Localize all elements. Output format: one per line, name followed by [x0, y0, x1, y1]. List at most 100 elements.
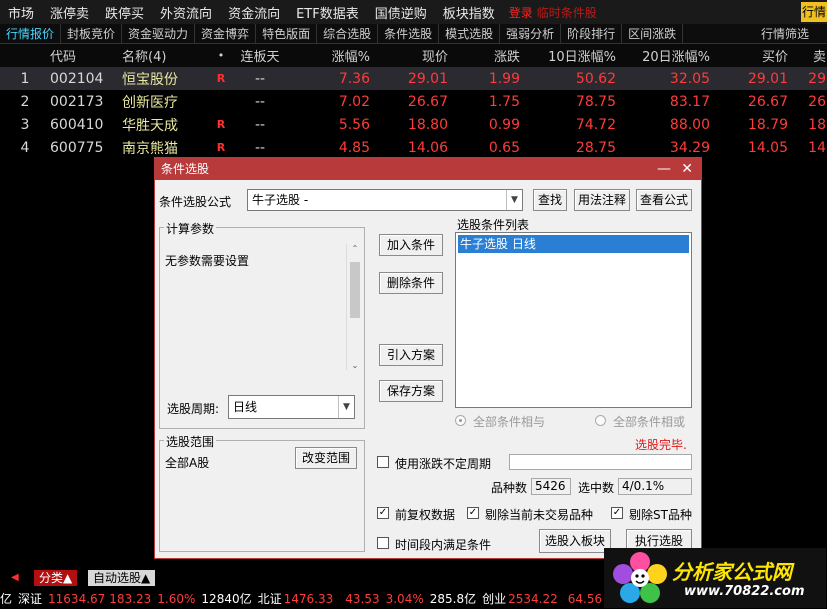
menu-item-foreign-flow[interactable]: 外资流向 — [152, 3, 220, 22]
menu-item-etf[interactable]: ETF数据表 — [288, 3, 367, 22]
site-logo: 分析家公式网 www.70822.com — [604, 548, 826, 608]
row-change: 1.99 — [488, 70, 520, 87]
close-icon[interactable]: ✕ — [681, 158, 693, 180]
header-change[interactable]: 涨跌 — [448, 46, 520, 65]
dialog-title-bar[interactable]: 条件选股 — ✕ — [155, 158, 701, 180]
tab-strength[interactable]: 强弱分析 — [500, 23, 562, 44]
header-limit-days[interactable]: 连板天 — [232, 46, 288, 65]
find-button[interactable]: 查找 — [533, 189, 567, 211]
chevron-up-icon[interactable]: ⌃ — [349, 244, 361, 253]
formula-select[interactable]: 牛子选股 - ▼ — [247, 189, 523, 211]
status-sz-label[interactable]: 深证 — [18, 590, 48, 607]
header-flag[interactable]: • — [210, 49, 232, 62]
tab-composite-pick[interactable]: 综合选股 — [317, 23, 379, 44]
import-scheme-button[interactable]: 引入方案 — [379, 344, 443, 366]
interval-label: 时间段内满足条件 — [395, 538, 492, 552]
delete-condition-button[interactable]: 删除条件 — [379, 272, 443, 294]
login-link[interactable]: 登录 — [503, 4, 535, 21]
tab-quotes[interactable]: 行情报价 — [0, 23, 62, 44]
row-change-pct: 5.56 — [338, 116, 370, 133]
usage-button[interactable]: 用法注释 — [574, 189, 630, 211]
st-checkbox[interactable]: ✓ — [611, 507, 623, 519]
tab-feature[interactable]: 特色版面 — [256, 23, 318, 44]
table-row[interactable]: 3 600410 华胜天成 R -- 5.56 18.80 0.99 74.72… — [0, 113, 827, 136]
period-select[interactable]: 日线 ▼ — [228, 395, 355, 419]
tab-range-change[interactable]: 区间涨跌 — [622, 23, 684, 44]
tab-fenlei[interactable]: 分类▲ — [34, 570, 78, 586]
uncertain-period-label: 使用涨跌不定周期 — [395, 457, 492, 471]
row-price: 14.06 — [407, 139, 448, 156]
row-10d-pct: 28.75 — [575, 139, 616, 156]
change-range-button[interactable]: 改变范围 — [295, 447, 357, 469]
status-sz-pct: 1.60% — [157, 591, 196, 606]
row-ask: 29 — [808, 70, 826, 87]
header-ask[interactable]: 卖 — [788, 46, 826, 65]
interval-checkbox[interactable] — [377, 537, 389, 549]
chevron-down-icon[interactable]: ▼ — [506, 190, 522, 210]
menu-bar: 市场 涨停卖 跌停买 外资流向 资金流向 ETF数据表 国债逆购 板块指数 登录… — [0, 0, 827, 24]
status-bz-label[interactable]: 北证 — [258, 590, 284, 607]
untraded-checkbox[interactable]: ✓ — [467, 507, 479, 519]
params-scrollbar[interactable]: ⌃ ⌄ — [346, 244, 362, 370]
scroll-thumb[interactable] — [350, 262, 360, 318]
row-bid: 18.79 — [747, 116, 788, 133]
quote-table: 代码 名称(4) • 连板天 涨幅% 现价 涨跌 10日涨幅% 20日涨幅% 买… — [0, 44, 827, 159]
status-bz-pct: 3.04% — [385, 591, 424, 606]
condition-list[interactable]: 牛子选股 日线 — [455, 232, 692, 408]
header-name[interactable]: 名称(4) — [118, 46, 210, 65]
row-price: 26.67 — [407, 93, 448, 110]
row-index: 1 — [20, 70, 30, 87]
condition-list-title: 选股条件列表 — [457, 218, 530, 232]
tab-quote-filter[interactable]: 行情筛选 — [761, 24, 809, 44]
menu-item-capital-flow[interactable]: 资金流向 — [220, 3, 288, 22]
table-row[interactable]: 4 600775 南京熊猫 R -- 4.85 14.06 0.65 28.75… — [0, 136, 827, 159]
list-item[interactable]: 牛子选股 日线 — [458, 235, 689, 253]
chevron-down-icon[interactable]: ⌄ — [349, 361, 361, 370]
row-name: 创新医疗 — [122, 94, 178, 111]
formula-label: 条件选股公式 — [159, 195, 232, 209]
radio-and[interactable] — [455, 415, 466, 426]
row-name: 华胜天成 — [122, 117, 178, 134]
tab-capital-game[interactable]: 资金博弈 — [195, 23, 257, 44]
tab-auto-pick[interactable]: 自动选股▲ — [88, 570, 156, 586]
menu-item-limit-down[interactable]: 跌停买 — [97, 3, 152, 22]
uncertain-period-checkbox[interactable] — [377, 456, 389, 468]
table-row[interactable]: 1 002104 恒宝股份 R -- 7.36 29.01 1.99 50.62… — [0, 67, 827, 90]
chevron-down-icon[interactable]: ▼ — [338, 396, 354, 418]
row-r-flag: R — [216, 118, 226, 131]
uncertain-period-input[interactable] — [509, 454, 692, 470]
table-row[interactable]: 2 002173 创新医疗 -- 7.02 26.67 1.75 78.75 8… — [0, 90, 827, 113]
tab-condition-pick[interactable]: 条件选股 — [378, 23, 440, 44]
add-condition-button[interactable]: 加入条件 — [379, 234, 443, 256]
period-label: 选股周期: — [167, 402, 220, 416]
minimize-icon[interactable]: — — [657, 158, 671, 180]
menu-item-repo[interactable]: 国债逆购 — [367, 3, 435, 22]
header-20d-pct[interactable]: 20日涨幅% — [616, 46, 710, 65]
header-change-pct[interactable]: 涨幅% — [288, 46, 370, 65]
status-sz-index: 11634.67 — [48, 591, 106, 606]
tab-pattern-pick[interactable]: 模式选股 — [439, 23, 501, 44]
fq-checkbox[interactable]: ✓ — [377, 507, 389, 519]
tab-capital-drive[interactable]: 资金驱动力 — [122, 23, 196, 44]
menu-item-limit-up[interactable]: 涨停卖 — [42, 3, 97, 22]
header-code[interactable]: 代码 — [50, 46, 118, 65]
temp-stock-link[interactable]: 临时条件股 — [535, 4, 599, 21]
quote-corner-button[interactable]: 行情 — [801, 2, 827, 22]
header-price[interactable]: 现价 — [370, 46, 448, 65]
row-20d-pct: 83.17 — [669, 93, 710, 110]
menu-item-market[interactable]: 市场 — [0, 3, 42, 22]
prev-arrow-icon[interactable]: ◀ — [6, 570, 24, 586]
radio-or[interactable] — [595, 415, 606, 426]
flower-logo-icon — [613, 552, 667, 603]
header-bid[interactable]: 买价 — [710, 46, 788, 65]
tab-stage-rank[interactable]: 阶段排行 — [561, 23, 623, 44]
menu-item-sector-index[interactable]: 板块指数 — [435, 3, 503, 22]
tab-seal-bid[interactable]: 封板竞价 — [61, 23, 123, 44]
header-10d-pct[interactable]: 10日涨幅% — [520, 46, 616, 65]
to-block-button[interactable]: 选股入板块 — [539, 529, 611, 553]
status-cy-label[interactable]: 创业 — [482, 590, 508, 607]
view-formula-button[interactable]: 查看公式 — [636, 189, 692, 211]
row-price: 18.80 — [407, 116, 448, 133]
save-scheme-button[interactable]: 保存方案 — [379, 380, 443, 402]
row-limit-days: -- — [254, 139, 266, 156]
